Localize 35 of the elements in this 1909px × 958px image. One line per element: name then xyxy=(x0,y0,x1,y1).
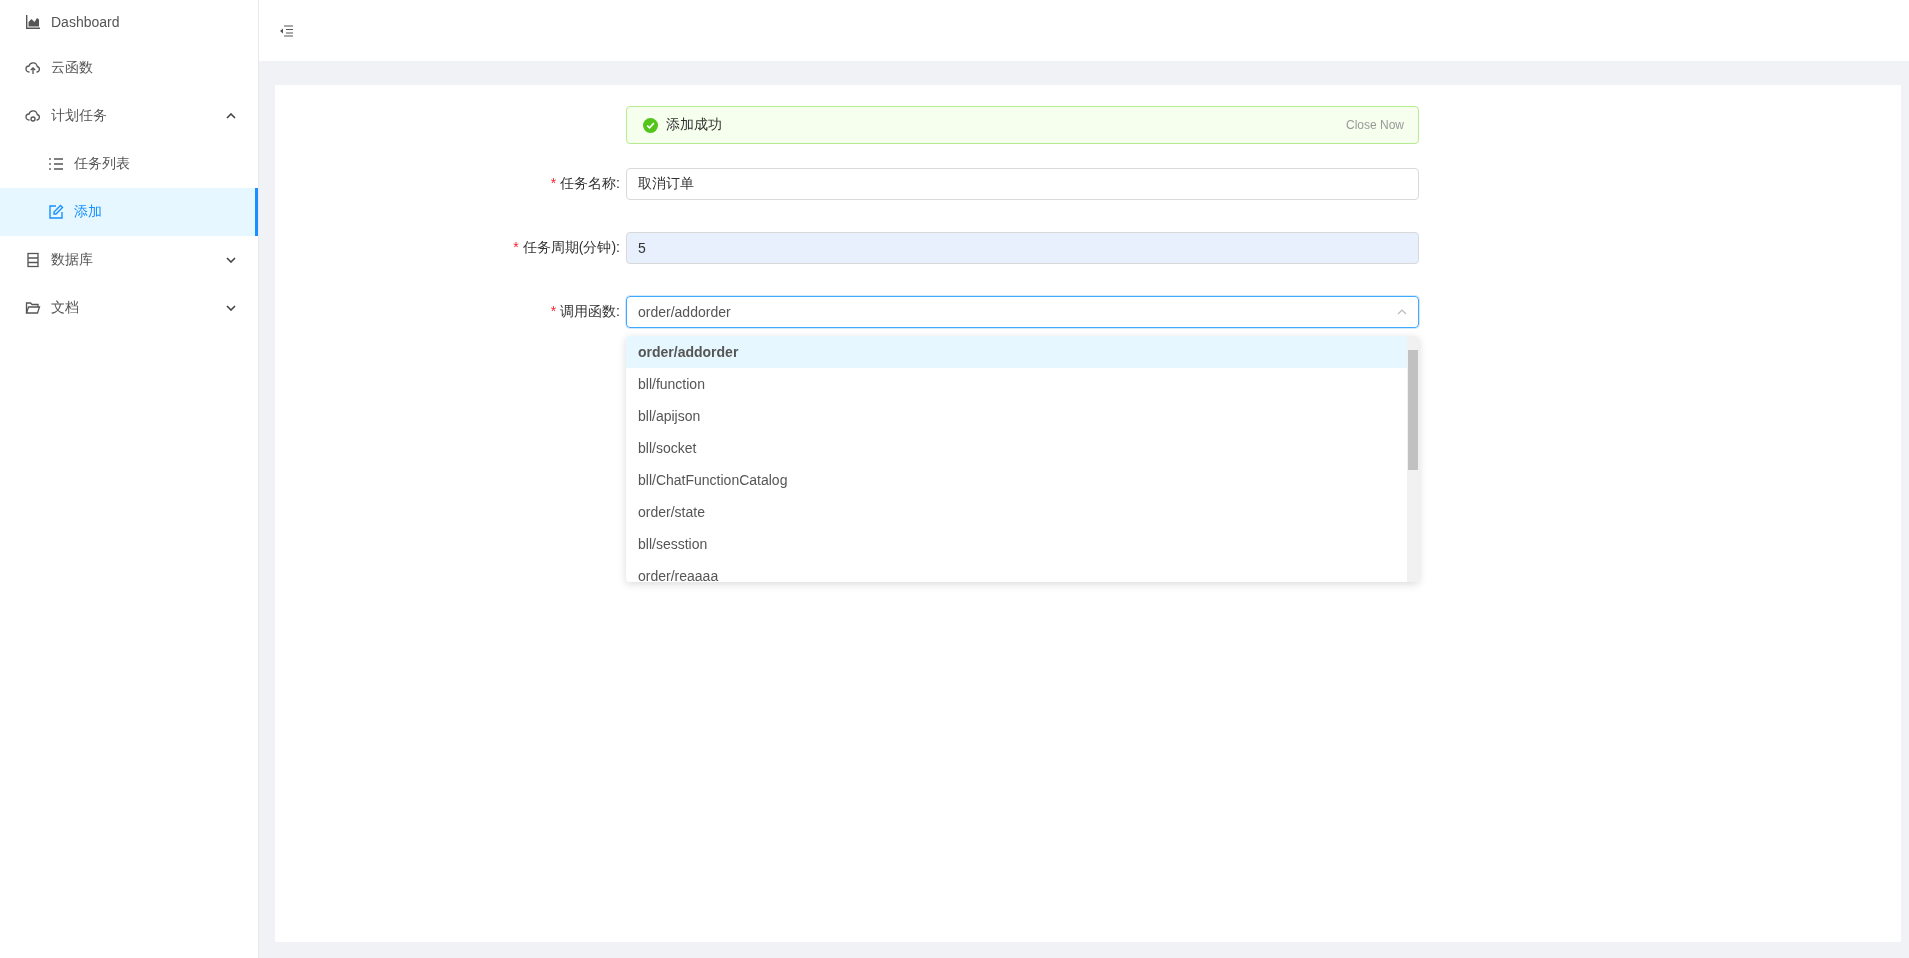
required-mark: * xyxy=(513,239,519,255)
cloud-upload-icon xyxy=(25,60,41,76)
scrollbar[interactable] xyxy=(1407,336,1419,582)
menu-item[interactable]: 云函数 xyxy=(0,44,258,92)
select-field[interactable]: order/addorder xyxy=(626,296,1419,328)
dropdown-option[interactable]: bll/ChatFunctionCatalog xyxy=(626,464,1407,496)
dropdown-option[interactable]: bll/socket xyxy=(626,432,1407,464)
input-field[interactable]: 取消订单 xyxy=(626,168,1419,200)
dropdown-option[interactable]: order/addorder xyxy=(626,336,1407,368)
required-mark: * xyxy=(550,303,557,319)
menu-item[interactable]: 数据库 xyxy=(0,236,258,284)
menu-item[interactable]: Dashboard xyxy=(0,0,258,44)
dropdown-option[interactable]: bll/sesstion xyxy=(626,528,1407,560)
list-icon xyxy=(48,156,64,172)
alert-message: 添加成功 xyxy=(666,116,723,134)
field-label-text: 任务名称: xyxy=(560,175,620,191)
database-icon xyxy=(25,252,41,268)
required-mark: * xyxy=(550,175,557,191)
cloud-icon xyxy=(25,108,41,124)
menu-item[interactable]: 文档 xyxy=(0,284,258,332)
submenu-item[interactable]: 任务列表 xyxy=(0,140,258,188)
dropdown-option[interactable]: order/reaaaa xyxy=(626,560,1407,582)
check-circle-icon xyxy=(643,117,658,133)
chart-icon xyxy=(25,14,41,30)
folder-icon xyxy=(25,300,41,316)
dropdown-option[interactable]: bll/function xyxy=(626,368,1407,400)
menu-item[interactable]: 计划任务 xyxy=(0,92,258,140)
input-field[interactable]: 5 xyxy=(626,232,1419,264)
field-label-text: 调用函数: xyxy=(560,303,620,319)
dropdown-option[interactable]: bll/apijson xyxy=(626,400,1407,432)
caret-icon xyxy=(1397,309,1407,315)
field-label-text: 任务周期(分钟): xyxy=(522,239,620,255)
dropdown-option[interactable]: order/state xyxy=(626,496,1407,528)
edit-icon xyxy=(48,204,64,220)
menu-icon[interactable] xyxy=(279,24,293,37)
